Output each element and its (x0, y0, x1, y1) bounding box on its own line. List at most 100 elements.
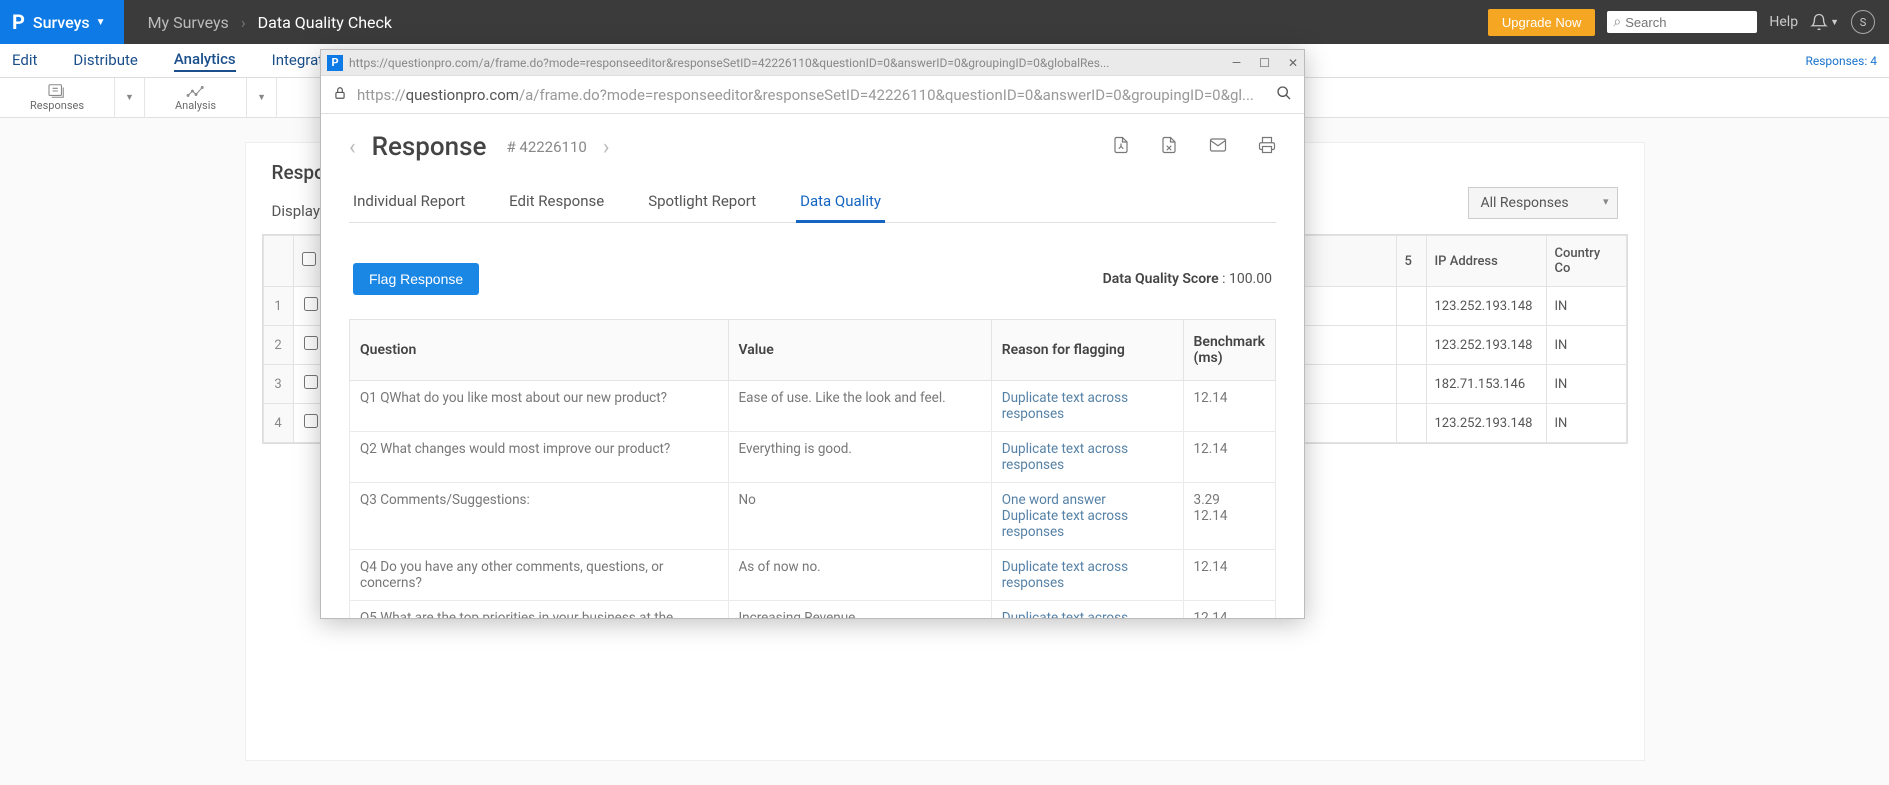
dq-reason: One word answer Duplicate text across re… (991, 483, 1183, 550)
dq-benchmark: 3.29 12.14 (1183, 483, 1275, 550)
dq-col-reason: Reason for flagging (991, 320, 1183, 381)
dq-value: No (728, 483, 991, 550)
search-field[interactable]: ⌕ (1607, 11, 1757, 33)
row-checkbox[interactable] (304, 375, 318, 389)
response-id: # 42226110 (506, 138, 586, 156)
toolbar-analysis[interactable]: Analysis (145, 78, 247, 118)
dq-row: Q4 Do you have any other comments, quest… (350, 550, 1276, 601)
dq-col-value: Value (728, 320, 991, 381)
window-title: https://questionpro.com/a/frame.do?mode=… (349, 56, 1232, 70)
dq-value: Ease of use. Like the look and feel. (728, 381, 991, 432)
dq-benchmark: 12.14 (1183, 381, 1275, 432)
dq-row: Q3 Comments/Suggestions:NoOne word answe… (350, 483, 1276, 550)
notifications-button[interactable]: ▼ (1810, 13, 1839, 31)
zoom-icon[interactable] (1276, 85, 1292, 105)
dq-question: Q4 Do you have any other comments, quest… (350, 550, 729, 601)
user-avatar[interactable]: S (1851, 10, 1875, 34)
dq-col-benchmark: Benchmark (ms) (1183, 320, 1275, 381)
caret-down-icon: ▼ (1830, 17, 1839, 28)
upgrade-button[interactable]: Upgrade Now (1488, 9, 1596, 36)
row-country: IN (1546, 287, 1626, 326)
email-button[interactable] (1208, 136, 1228, 159)
prev-response-button[interactable]: ‹ (349, 135, 356, 160)
dq-benchmark: 12.14 (1183, 601, 1275, 619)
avatar-initial: S (1860, 16, 1867, 29)
product-label: Surveys (33, 13, 90, 32)
modal-body: ‹ Response # 42226110 › Individual Repor… (321, 114, 1304, 618)
help-link[interactable]: Help (1769, 14, 1798, 30)
favicon-icon: P (327, 55, 343, 71)
toolbar-responses[interactable]: Responses (0, 78, 115, 118)
export-pdf-button[interactable] (1112, 136, 1130, 159)
search-icon: ⌕ (1613, 14, 1621, 30)
col-5[interactable]: 5 (1396, 236, 1426, 287)
tab-data-quality[interactable]: Data Quality (796, 182, 885, 223)
data-quality-table: Question Value Reason for flagging Bench… (349, 319, 1276, 618)
dq-question: Q2 What changes would most improve our p… (350, 432, 729, 483)
dq-col-question: Question (350, 320, 729, 381)
print-button[interactable] (1258, 136, 1276, 159)
analysis-icon (185, 83, 207, 99)
row-index: 1 (263, 287, 293, 326)
maximize-button[interactable]: ☐ (1259, 56, 1270, 70)
next-response-button[interactable]: › (603, 135, 610, 160)
responses-icon (46, 83, 68, 99)
dq-value: Increasing Revenue. (728, 601, 991, 619)
data-quality-score: Data Quality Score : 100.00 (1103, 271, 1272, 287)
row-ip: 182.71.153.146 (1426, 365, 1546, 404)
dq-row: Q1 QWhat do you like most about our new … (350, 381, 1276, 432)
row-country: IN (1546, 365, 1626, 404)
chevron-right-icon: › (241, 13, 246, 32)
flag-response-button[interactable]: Flag Response (353, 263, 479, 295)
dq-value: Everything is good. (728, 432, 991, 483)
row-checkbox[interactable] (304, 336, 318, 350)
row-ip: 123.252.193.148 (1426, 326, 1546, 365)
lock-icon (333, 86, 347, 104)
export-xls-button[interactable] (1160, 136, 1178, 159)
search-input[interactable] (1625, 15, 1735, 30)
dq-row: Q2 What changes would most improve our p… (350, 432, 1276, 483)
row-index: 3 (263, 365, 293, 404)
response-editor-window: P https://questionpro.com/a/frame.do?mod… (320, 49, 1305, 619)
responses-filter-dropdown[interactable]: All Responses (1468, 187, 1618, 219)
dq-benchmark: 12.14 (1183, 550, 1275, 601)
dq-question: Q5 What are the top priorities in your b… (350, 601, 729, 619)
responses-count: Responses: 4 (1805, 54, 1877, 68)
row-checkbox[interactable] (304, 297, 318, 311)
tab-individual-report[interactable]: Individual Report (349, 182, 469, 222)
col-country[interactable]: Country Co (1546, 236, 1626, 287)
breadcrumb: My Surveys › Data Quality Check (148, 13, 392, 32)
window-titlebar[interactable]: P https://questionpro.com/a/frame.do?mod… (321, 50, 1304, 76)
row-country: IN (1546, 404, 1626, 443)
close-button[interactable]: ✕ (1288, 56, 1298, 70)
dq-reason: Duplicate text across responses (991, 381, 1183, 432)
bell-icon (1810, 13, 1828, 31)
tab-edit-response[interactable]: Edit Response (505, 182, 608, 222)
toolbar-responses-label: Responses (30, 99, 84, 112)
dq-reason: Duplicate text across responses (991, 550, 1183, 601)
row-index: 4 (263, 404, 293, 443)
row-checkbox[interactable] (304, 414, 318, 428)
row-ip: 123.252.193.148 (1426, 404, 1546, 443)
filter-label: All Responses (1481, 195, 1569, 211)
dq-reason: Duplicate text across responses (991, 432, 1183, 483)
response-header: ‹ Response # 42226110 › (349, 132, 1276, 162)
crumb-current: Data Quality Check (258, 13, 392, 32)
product-switcher[interactable]: P Surveys ▼ (0, 0, 124, 44)
crumb-my-surveys[interactable]: My Surveys (148, 13, 229, 32)
toolbar-responses-dropdown[interactable]: ▼ (115, 78, 145, 118)
select-all-checkbox[interactable] (302, 252, 316, 266)
topbar: P Surveys ▼ My Surveys › Data Quality Ch… (0, 0, 1889, 44)
dq-row: Q5 What are the top priorities in your b… (350, 601, 1276, 619)
tab-spotlight-report[interactable]: Spotlight Report (644, 182, 760, 222)
flag-row: Flag Response Data Quality Score : 100.0… (349, 263, 1276, 295)
minimize-button[interactable]: — (1232, 56, 1241, 70)
row-ip: 123.252.193.148 (1426, 287, 1546, 326)
tab-analytics[interactable]: Analytics (174, 50, 236, 72)
tab-distribute[interactable]: Distribute (73, 51, 137, 71)
tab-edit[interactable]: Edit (12, 51, 37, 71)
logo-icon: P (12, 10, 25, 34)
col-ip[interactable]: IP Address (1426, 236, 1546, 287)
toolbar-analysis-dropdown[interactable]: ▼ (247, 78, 277, 118)
url-field[interactable]: https://questionpro.com/a/frame.do?mode=… (357, 86, 1266, 104)
